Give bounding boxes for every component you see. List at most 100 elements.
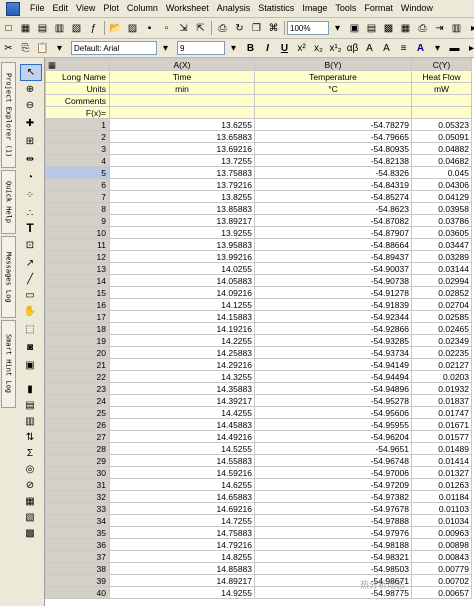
row-number[interactable]: 1	[45, 118, 110, 131]
toolbar-more-icon[interactable]: ▸	[464, 41, 474, 56]
table-row[interactable]: 5 13.75883 -54.8326 0.045	[45, 166, 472, 179]
data-cell[interactable]: 0.03289	[411, 250, 472, 263]
table-row[interactable]: 17 14.15883 -54.92344 0.02585	[45, 310, 472, 323]
data-cell[interactable]: 14.5255	[109, 442, 255, 455]
data-cell[interactable]: 0.03144	[411, 262, 472, 275]
data-cell[interactable]: -54.95278	[254, 394, 412, 407]
row-number[interactable]: 14	[45, 274, 110, 287]
rectangle-tool-icon[interactable]: ▭	[20, 288, 40, 303]
data-cell[interactable]: 0.01034	[411, 514, 472, 527]
data-cell[interactable]: -54.91839	[254, 298, 412, 311]
row-number[interactable]: 15	[45, 286, 110, 299]
data-cell[interactable]: -54.95606	[254, 406, 412, 419]
menu-column[interactable]: Column	[123, 0, 162, 17]
data-cell[interactable]: 14.49216	[109, 430, 255, 443]
meta-cell[interactable]: Heat Flow	[411, 70, 472, 83]
new-function-icon[interactable]: ƒ	[86, 21, 101, 36]
data-cell[interactable]: -54.8623	[254, 202, 412, 215]
menu-window[interactable]: Window	[397, 0, 437, 17]
data-cell[interactable]: 0.00963	[411, 526, 472, 539]
menu-worksheet[interactable]: Worksheet	[162, 0, 213, 17]
data-cell[interactable]: 0.03786	[411, 214, 472, 227]
data-cell[interactable]: -54.93734	[254, 346, 412, 359]
table-row[interactable]: 10 13.9255 -54.87907 0.03605	[45, 226, 472, 239]
row-number[interactable]: 13	[45, 262, 110, 275]
data-cell[interactable]: -54.88664	[254, 238, 412, 251]
import-icon[interactable]: ⇲	[176, 21, 191, 36]
pointer-icon[interactable]: ↖	[20, 64, 42, 81]
results-log-icon[interactable]: ▤	[364, 21, 379, 36]
row-number[interactable]: 7	[45, 190, 110, 203]
new-project-icon[interactable]: □	[1, 21, 16, 36]
data-cell[interactable]: 13.89217	[109, 214, 255, 227]
data-cell[interactable]: 14.4255	[109, 406, 255, 419]
chevron-down-icon[interactable]: ▾	[430, 41, 445, 56]
data-cell[interactable]: 0.0203	[411, 370, 472, 383]
table-row[interactable]: 28 14.5255 -54.9651 0.01489	[45, 442, 472, 455]
data-cell[interactable]: 0.01837	[411, 394, 472, 407]
table-row[interactable]: 31 14.6255 -54.97209 0.01263	[45, 478, 472, 491]
table-row[interactable]: 30 14.59216 -54.97006 0.01327	[45, 466, 472, 479]
chevron-down-icon[interactable]: ▾	[52, 41, 67, 56]
data-selector-icon[interactable]: ⇹	[20, 152, 40, 167]
data-cell[interactable]: -54.84319	[254, 178, 412, 191]
add-sheet-icon[interactable]: ▤	[20, 398, 40, 413]
font-color-icon[interactable]: A	[413, 41, 428, 56]
data-cell[interactable]: -54.94896	[254, 382, 412, 395]
row-number[interactable]: 11	[45, 238, 110, 251]
menu-plot[interactable]: Plot	[99, 0, 123, 17]
row-number[interactable]: 36	[45, 538, 110, 551]
data-cell[interactable]: 14.09216	[109, 286, 255, 299]
project-explorer-icon[interactable]: ▦	[398, 21, 413, 36]
fill-column-icon[interactable]: ▧	[20, 510, 40, 525]
column-header-b[interactable]: B(Y)	[254, 58, 412, 71]
data-cell[interactable]: 13.95883	[109, 238, 255, 251]
data-cell[interactable]: 14.05883	[109, 274, 255, 287]
super-subscript-icon[interactable]: x¹₂	[328, 41, 343, 56]
open-folder-icon[interactable]: 📂	[108, 21, 123, 36]
row-number[interactable]: 22	[45, 370, 110, 383]
menu-file[interactable]: File	[26, 0, 49, 17]
row-number[interactable]: 26	[45, 418, 110, 431]
table-row[interactable]: 16 14.1255 -54.91839 0.02704	[45, 298, 472, 311]
row-number[interactable]: 28	[45, 442, 110, 455]
data-cell[interactable]: 0.01671	[411, 418, 472, 431]
data-cell[interactable]: 0.01263	[411, 478, 472, 491]
data-cell[interactable]: 14.9255	[109, 586, 255, 599]
data-cell[interactable]: 0.02994	[411, 274, 472, 287]
data-cell[interactable]: 14.2255	[109, 334, 255, 347]
row-number[interactable]: 24	[45, 394, 110, 407]
data-reader-icon[interactable]: ✚	[20, 116, 40, 131]
table-row[interactable]: 33 14.69216 -54.97678 0.01103	[45, 502, 472, 515]
meta-cell[interactable]: °C	[254, 82, 412, 95]
grid-icon[interactable]: ▩	[20, 526, 40, 541]
statistics-icon[interactable]: Σ	[20, 446, 40, 461]
row-number[interactable]: 5	[45, 166, 110, 179]
new-layout-icon[interactable]: ▧	[69, 21, 84, 36]
data-cell[interactable]: 14.45883	[109, 418, 255, 431]
data-cell[interactable]: 0.05323	[411, 118, 472, 131]
data-cell[interactable]: 14.75883	[109, 526, 255, 539]
data-cell[interactable]: 0.01103	[411, 502, 472, 515]
table-row[interactable]: 32 14.65883 -54.97382 0.01184	[45, 490, 472, 503]
row-number[interactable]: 20	[45, 346, 110, 359]
batch-icon[interactable]: ▥	[449, 21, 464, 36]
greek-icon[interactable]: αβ	[345, 41, 360, 56]
data-cell[interactable]: 0.00898	[411, 538, 472, 551]
table-row[interactable]: 3 13.69216 -54.80935 0.04882	[45, 142, 472, 155]
tab-smart-hint-log[interactable]: Smart Hint Log	[1, 320, 16, 408]
data-cell[interactable]: 14.59216	[109, 466, 255, 479]
meta-cell[interactable]	[254, 106, 412, 119]
subscript-icon[interactable]: x₂	[311, 41, 326, 56]
row-number[interactable]: 27	[45, 430, 110, 443]
data-cell[interactable]: -54.94149	[254, 358, 412, 371]
scatter-points-icon[interactable]: ∴	[20, 206, 40, 221]
save-icon[interactable]: ▪	[142, 21, 157, 36]
menu-statistics[interactable]: Statistics	[254, 0, 298, 17]
data-cell[interactable]: 0.01327	[411, 466, 472, 479]
data-cell[interactable]: -54.97209	[254, 478, 412, 491]
row-number[interactable]: 25	[45, 406, 110, 419]
data-cell[interactable]: 0.00657	[411, 586, 472, 599]
data-cell[interactable]: -54.90037	[254, 262, 412, 275]
data-cell[interactable]: 13.65883	[109, 130, 255, 143]
